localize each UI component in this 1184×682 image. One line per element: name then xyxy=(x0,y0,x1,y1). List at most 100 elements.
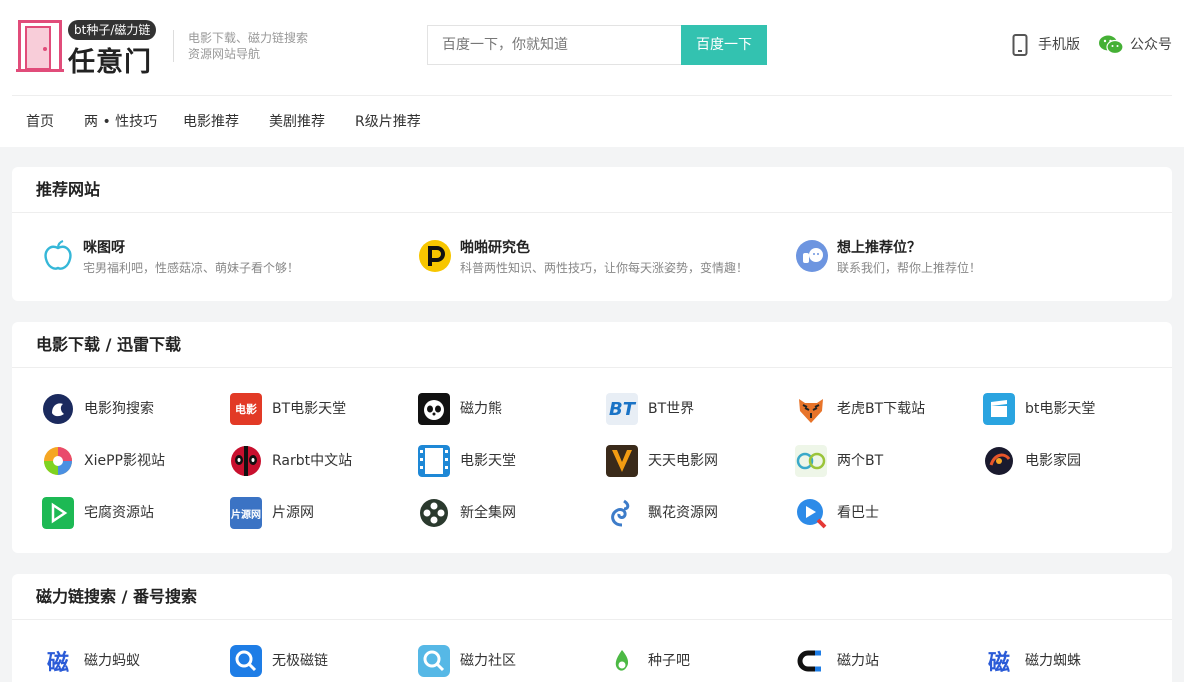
site-name: 磁力社区 xyxy=(460,653,516,669)
site-link[interactable]: 磁力社区 xyxy=(418,645,568,677)
panda-icon xyxy=(418,393,450,425)
site-link[interactable]: 种子吧 xyxy=(606,645,756,677)
site-name: 看巴士 xyxy=(837,505,879,521)
nav-sex-tips[interactable]: 两 • 性技巧 xyxy=(84,104,157,140)
site-link[interactable]: 电影天堂 xyxy=(418,445,568,477)
nav-us-series[interactable]: 美剧推荐 xyxy=(269,104,325,140)
recommended-name: 想上推荐位？ xyxy=(837,240,921,256)
header-divider xyxy=(12,95,1172,96)
mobile-link[interactable]: 手机版 xyxy=(1012,34,1084,56)
mobile-label: 手机版 xyxy=(1038,37,1080,53)
recommended-item[interactable]: 啪啪研究色 科普两性知识、两性技巧，让你每天涨姿势，变情趣！ xyxy=(418,237,768,277)
site-name: Rarbt中文站 xyxy=(272,453,353,469)
site-name: 电影狗搜索 xyxy=(84,401,154,417)
wechat-icon xyxy=(1099,35,1124,55)
site-link[interactable]: BT BT世界 xyxy=(606,393,756,425)
logo-tag: bt种子/磁力链 xyxy=(68,20,157,40)
p-logo-icon xyxy=(419,240,451,272)
site-name: 磁力熊 xyxy=(460,401,502,417)
recommended-desc: 联系我们，帮你上推荐位！ xyxy=(837,261,982,275)
bt-text-icon: BT xyxy=(606,393,638,425)
site-header: bt种子/磁力链 任意门 电影下载、磁力链搜索 资源网站导航 百度一下 手机版 … xyxy=(0,0,1184,147)
slogan-line1: 电影下载、磁力链搜索 xyxy=(188,31,309,45)
deadpool-icon xyxy=(231,446,261,476)
site-link[interactable]: 电影家园 xyxy=(983,445,1133,477)
site-link[interactable]: 片源网 片源网 xyxy=(230,497,380,529)
site-link[interactable]: 无极磁链 xyxy=(230,645,380,677)
seed-icon xyxy=(615,650,629,671)
site-name: 磁力蚂蚁 xyxy=(84,653,140,669)
search-light-icon xyxy=(418,645,450,677)
site-name: 两个BT xyxy=(837,453,884,469)
site-link[interactable]: XiePP影视站 xyxy=(42,445,192,477)
site-name: 片源网 xyxy=(272,505,314,521)
site-name: 磁力站 xyxy=(837,653,879,669)
film-red-icon: 电影 xyxy=(230,393,262,425)
search-button[interactable]: 百度一下 xyxy=(681,25,767,65)
ci-blue-icon: 磁 xyxy=(42,645,74,677)
recommended-item[interactable]: 咪图呀 宅男福利吧，性感菇凉、萌妹子看个够！ xyxy=(41,237,381,277)
site-name: 无极磁链 xyxy=(272,653,328,669)
site-link[interactable]: 飘花资源网 xyxy=(606,497,756,529)
recommended-item[interactable]: 想上推荐位？ 联系我们，帮你上推荐位！ xyxy=(795,237,1095,277)
site-link[interactable]: Rarbt中文站 xyxy=(230,445,380,477)
nav-home[interactable]: 首页 xyxy=(26,104,54,140)
site-name: 天天电影网 xyxy=(648,453,718,469)
magnet-section: 磁力链搜索 / 番号搜索 磁 磁力蚂蚁 无极磁链 磁力社区 种子吧 磁力站 磁 … xyxy=(12,574,1172,682)
site-logo[interactable]: bt种子/磁力链 任意门 xyxy=(16,18,161,78)
wechat-label: 公众号 xyxy=(1130,37,1172,53)
site-name: 种子吧 xyxy=(648,653,690,669)
recommended-desc: 宅男福利吧，性感菇凉、萌妹子看个够！ xyxy=(83,261,300,275)
play-search-icon xyxy=(797,499,827,529)
nav-r-rated[interactable]: R级片推荐 xyxy=(355,104,421,140)
site-name: 电影天堂 xyxy=(460,453,516,469)
wechat-link[interactable]: 公众号 xyxy=(1098,34,1176,56)
site-link[interactable]: 天天电影网 xyxy=(606,445,756,477)
piyuan-icon: 片源网 xyxy=(230,497,262,529)
logo-text: 任意门 xyxy=(68,47,152,78)
site-name: XiePP影视站 xyxy=(84,453,165,469)
dog-logo-icon xyxy=(43,394,73,424)
recommended-desc: 科普两性知识、两性技巧，让你每天涨姿势，变情趣！ xyxy=(460,261,749,275)
reel-icon xyxy=(420,499,448,527)
site-name: 飘花资源网 xyxy=(648,505,718,521)
search-input[interactable] xyxy=(427,25,681,65)
site-name: 宅腐资源站 xyxy=(84,505,154,521)
apple-outline-icon xyxy=(44,239,72,270)
magnet-icon xyxy=(797,650,821,672)
site-name: BT世界 xyxy=(648,401,695,417)
swirl-icon xyxy=(611,499,630,527)
section-title: 电影下载 / 迅雷下载 xyxy=(36,335,181,354)
site-link[interactable]: 磁力熊 xyxy=(418,393,568,425)
section-title: 推荐网站 xyxy=(36,180,101,199)
site-link[interactable]: 新全集网 xyxy=(418,497,568,529)
thumbs-up-face-icon xyxy=(796,240,828,272)
site-link[interactable]: 两个BT xyxy=(795,445,945,477)
nav-movies[interactable]: 电影推荐 xyxy=(183,104,239,140)
section-title: 磁力链搜索 / 番号搜索 xyxy=(36,587,197,606)
site-link[interactable]: 磁力站 xyxy=(795,645,945,677)
site-link[interactable]: 老虎BT下载站 xyxy=(795,393,945,425)
door-icon xyxy=(16,20,64,72)
two-reels-icon xyxy=(795,445,827,477)
recommended-name: 咪图呀 xyxy=(83,240,125,256)
search-box: 百度一下 xyxy=(427,25,767,65)
site-name: 磁力蜘蛛 xyxy=(1025,653,1081,669)
play-green-icon xyxy=(42,497,74,529)
site-name: 老虎BT下载站 xyxy=(837,401,926,417)
recommended-section: 推荐网站 咪图呀 宅男福利吧，性感菇凉、萌妹子看个够！ 啪啪研究色 科普两性知识… xyxy=(12,167,1172,301)
site-link[interactable]: 看巴士 xyxy=(795,497,945,529)
site-link[interactable]: 电影 BT电影天堂 xyxy=(230,393,380,425)
site-link[interactable]: 磁 磁力蜘蛛 xyxy=(983,645,1133,677)
site-link[interactable]: 电影狗搜索 xyxy=(42,393,192,425)
site-link[interactable]: 宅腐资源站 xyxy=(42,497,192,529)
clapper-icon xyxy=(983,393,1015,425)
ci-blue2-icon: 磁 xyxy=(983,645,1015,677)
search-blue-icon xyxy=(230,645,262,677)
recommended-name: 啪啪研究色 xyxy=(460,240,530,256)
site-link[interactable]: 磁 磁力蚂蚁 xyxy=(42,645,192,677)
site-name: 电影家园 xyxy=(1025,453,1081,469)
v-film-icon xyxy=(606,445,638,477)
site-link[interactable]: bt电影天堂 xyxy=(983,393,1133,425)
site-name: bt电影天堂 xyxy=(1025,401,1096,417)
